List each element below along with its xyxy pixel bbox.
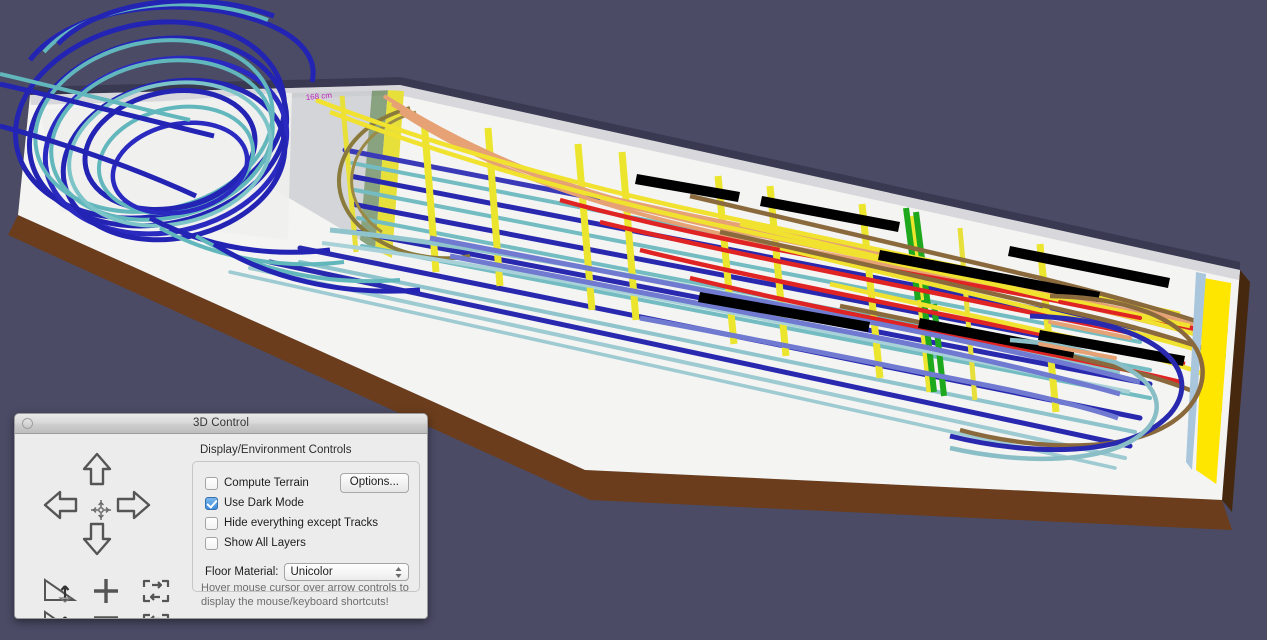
pan-up-arrow-icon[interactable] xyxy=(79,452,115,486)
hint-line-2: display the mouse/keyboard shortcuts! xyxy=(201,595,389,608)
show-all-layers-checkbox[interactable]: Show All Layers xyxy=(205,533,409,553)
recenter-view-icon[interactable] xyxy=(89,498,113,522)
zoom-in-icon[interactable] xyxy=(91,576,121,606)
checkbox-icon-use-dark-mode[interactable] xyxy=(205,496,218,510)
tilt-up-icon[interactable] xyxy=(43,574,77,604)
window-title: 3D Control xyxy=(193,417,249,429)
pan-left-arrow-icon[interactable] xyxy=(43,488,79,522)
show-all-layers-label: Show All Layers xyxy=(224,537,306,549)
shortcut-hint: Hover mouse cursor over arrow controls t… xyxy=(201,582,426,609)
compute-terrain-label: Compute Terrain xyxy=(224,477,309,489)
floor-material-value: Unicolor xyxy=(290,566,333,578)
use-dark-mode-checkbox[interactable]: Use Dark Mode xyxy=(205,493,409,513)
hide-everything-except-tracks-checkbox[interactable]: Hide everything except Tracks xyxy=(205,513,409,533)
pan-down-arrow-icon[interactable] xyxy=(79,522,115,556)
floor-material-row: Floor Material: Unicolor xyxy=(205,563,409,581)
floor-material-select[interactable]: Unicolor xyxy=(283,563,409,581)
stepper-arrows-icon[interactable] xyxy=(394,566,403,579)
use-dark-mode-label: Use Dark Mode xyxy=(224,497,304,509)
hide-everything-except-tracks-label: Hide everything except Tracks xyxy=(224,517,379,529)
pan-right-arrow-icon[interactable] xyxy=(115,488,151,522)
window-titlebar[interactable]: 3D Control xyxy=(15,414,427,434)
checkbox-icon-hide-everything-except-tracks[interactable] xyxy=(205,516,218,530)
zoom-out-icon[interactable] xyxy=(91,610,121,618)
tilt-down-icon[interactable] xyxy=(43,606,77,618)
navigation-pad xyxy=(15,434,191,618)
rotate-clockwise-icon[interactable] xyxy=(141,578,171,604)
controls-group-box: Compute Terrain Options... Use Dark Mode… xyxy=(192,461,420,592)
display-environment-controls: Display/Environment Controls Compute Ter… xyxy=(192,444,420,592)
options-button[interactable]: Options... xyxy=(339,473,409,493)
checkbox-icon-compute-terrain[interactable] xyxy=(205,476,218,490)
close-button[interactable] xyxy=(22,418,33,429)
compute-terrain-checkbox[interactable]: Compute Terrain xyxy=(205,476,309,490)
group-caption: Display/Environment Controls xyxy=(200,444,352,456)
3d-control-window[interactable]: 3D Control Display/Environment Controls … xyxy=(14,413,428,619)
checkbox-icon-show-all-layers[interactable] xyxy=(205,536,218,550)
rotate-counterclockwise-icon[interactable] xyxy=(141,612,171,618)
hint-line-1: Hover mouse cursor over arrow controls t… xyxy=(201,582,409,594)
window-body: Display/Environment Controls Compute Ter… xyxy=(15,434,427,618)
floor-material-label: Floor Material: xyxy=(205,566,279,578)
compute-terrain-row: Compute Terrain Options... xyxy=(205,473,409,493)
